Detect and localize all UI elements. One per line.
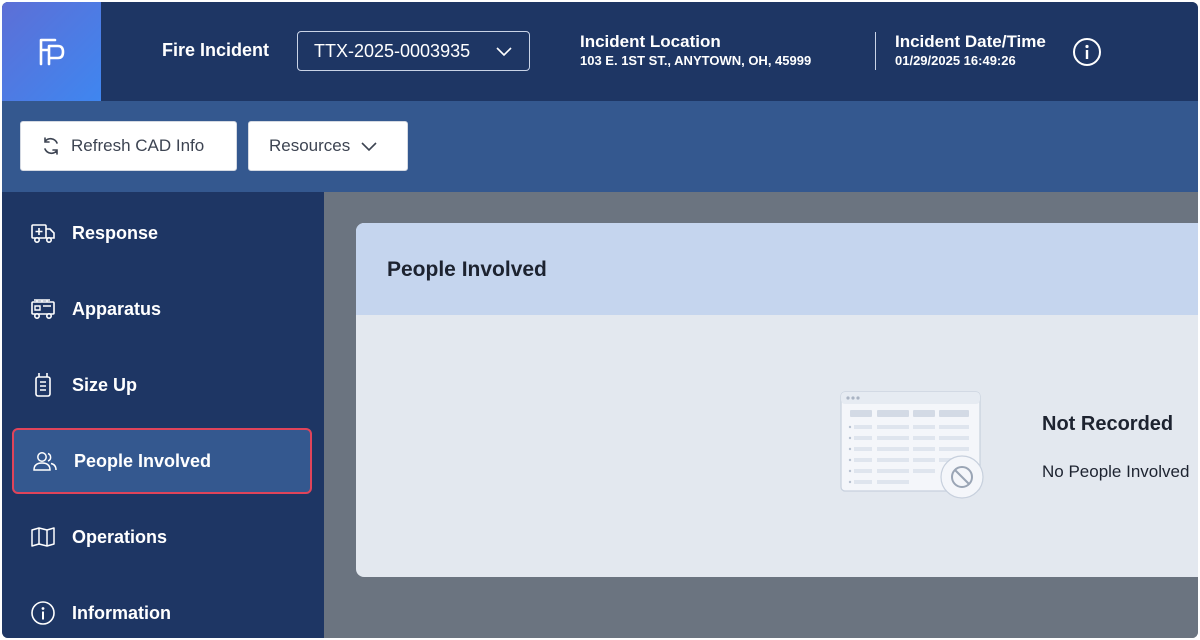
resources-dropdown-button[interactable]: Resources [248, 121, 408, 171]
app-window: Fire Incident TTX-2025-0003935 Incident … [2, 2, 1198, 638]
fire-truck-icon [30, 296, 56, 322]
map-icon [30, 524, 56, 550]
sidebar-item-label: Operations [72, 526, 168, 547]
sidebar-nav: Response Apparatus Size Up People Involv… [2, 192, 324, 638]
incident-datetime-label: Incident Date/Time [895, 32, 1046, 51]
refresh-cad-info-label: Refresh CAD Info [71, 136, 205, 155]
sidebar-item-label: Response [72, 222, 159, 243]
sidebar-item-label: Information [72, 602, 171, 623]
incident-header: Fire Incident TTX-2025-0003935 Incident … [2, 2, 1198, 101]
card-title: People Involved [387, 258, 547, 281]
people-icon [32, 448, 58, 474]
empty-table-illustration-icon [840, 391, 984, 499]
refresh-cad-info-button[interactable]: Refresh CAD Info [20, 121, 237, 171]
ambulance-icon [30, 220, 56, 246]
incident-location-value: 103 E. 1ST ST., ANYTOWN, OH, 45999 [580, 53, 812, 68]
refresh-icon [44, 137, 58, 155]
people-involved-card: People Involved Not Recorded No People I… [356, 223, 1198, 577]
chevron-down-icon [361, 142, 377, 152]
sidebar-item-label: People Involved [74, 450, 212, 471]
sidebar-item-response[interactable]: Response [12, 200, 312, 266]
empty-state-message: No People Involved [1042, 462, 1190, 481]
incident-datetime: Incident Date/Time 01/29/2025 16:49:26 [895, 32, 1046, 69]
header-divider [875, 32, 876, 70]
sidebar-item-information[interactable]: Information [12, 580, 312, 638]
incident-location-label: Incident Location [580, 32, 721, 51]
incident-number-select[interactable]: TTX-2025-0003935 [297, 31, 530, 71]
card-header: People Involved [356, 223, 1198, 315]
incident-number-value: TTX-2025-0003935 [314, 40, 471, 61]
radio-icon [30, 372, 56, 398]
app-logo[interactable] [2, 2, 101, 101]
incident-datetime-value: 01/29/2025 16:49:26 [895, 53, 1016, 68]
main-content: People Involved Not Recorded No People I… [324, 192, 1198, 638]
info-icon [1073, 38, 1101, 66]
resources-label: Resources [269, 136, 351, 155]
sidebar-item-people-involved[interactable]: People Involved [12, 428, 312, 494]
incident-location: Incident Location 103 E. 1ST ST., ANYTOW… [580, 32, 811, 69]
incident-info-button[interactable] [1072, 37, 1102, 67]
logo-icon [39, 38, 64, 65]
chevron-down-icon [496, 47, 512, 57]
sidebar-item-label: Apparatus [72, 298, 162, 319]
incident-type-label: Fire Incident [162, 40, 270, 60]
sidebar-item-label: Size Up [72, 374, 138, 395]
action-toolbar: Refresh CAD Info Resources [2, 101, 1198, 192]
sidebar-item-apparatus[interactable]: Apparatus [12, 276, 312, 342]
empty-state-title: Not Recorded [1042, 413, 1174, 435]
sidebar-item-size-up[interactable]: Size Up [12, 352, 312, 418]
sidebar-item-operations[interactable]: Operations [12, 504, 312, 570]
info-icon [30, 600, 56, 626]
